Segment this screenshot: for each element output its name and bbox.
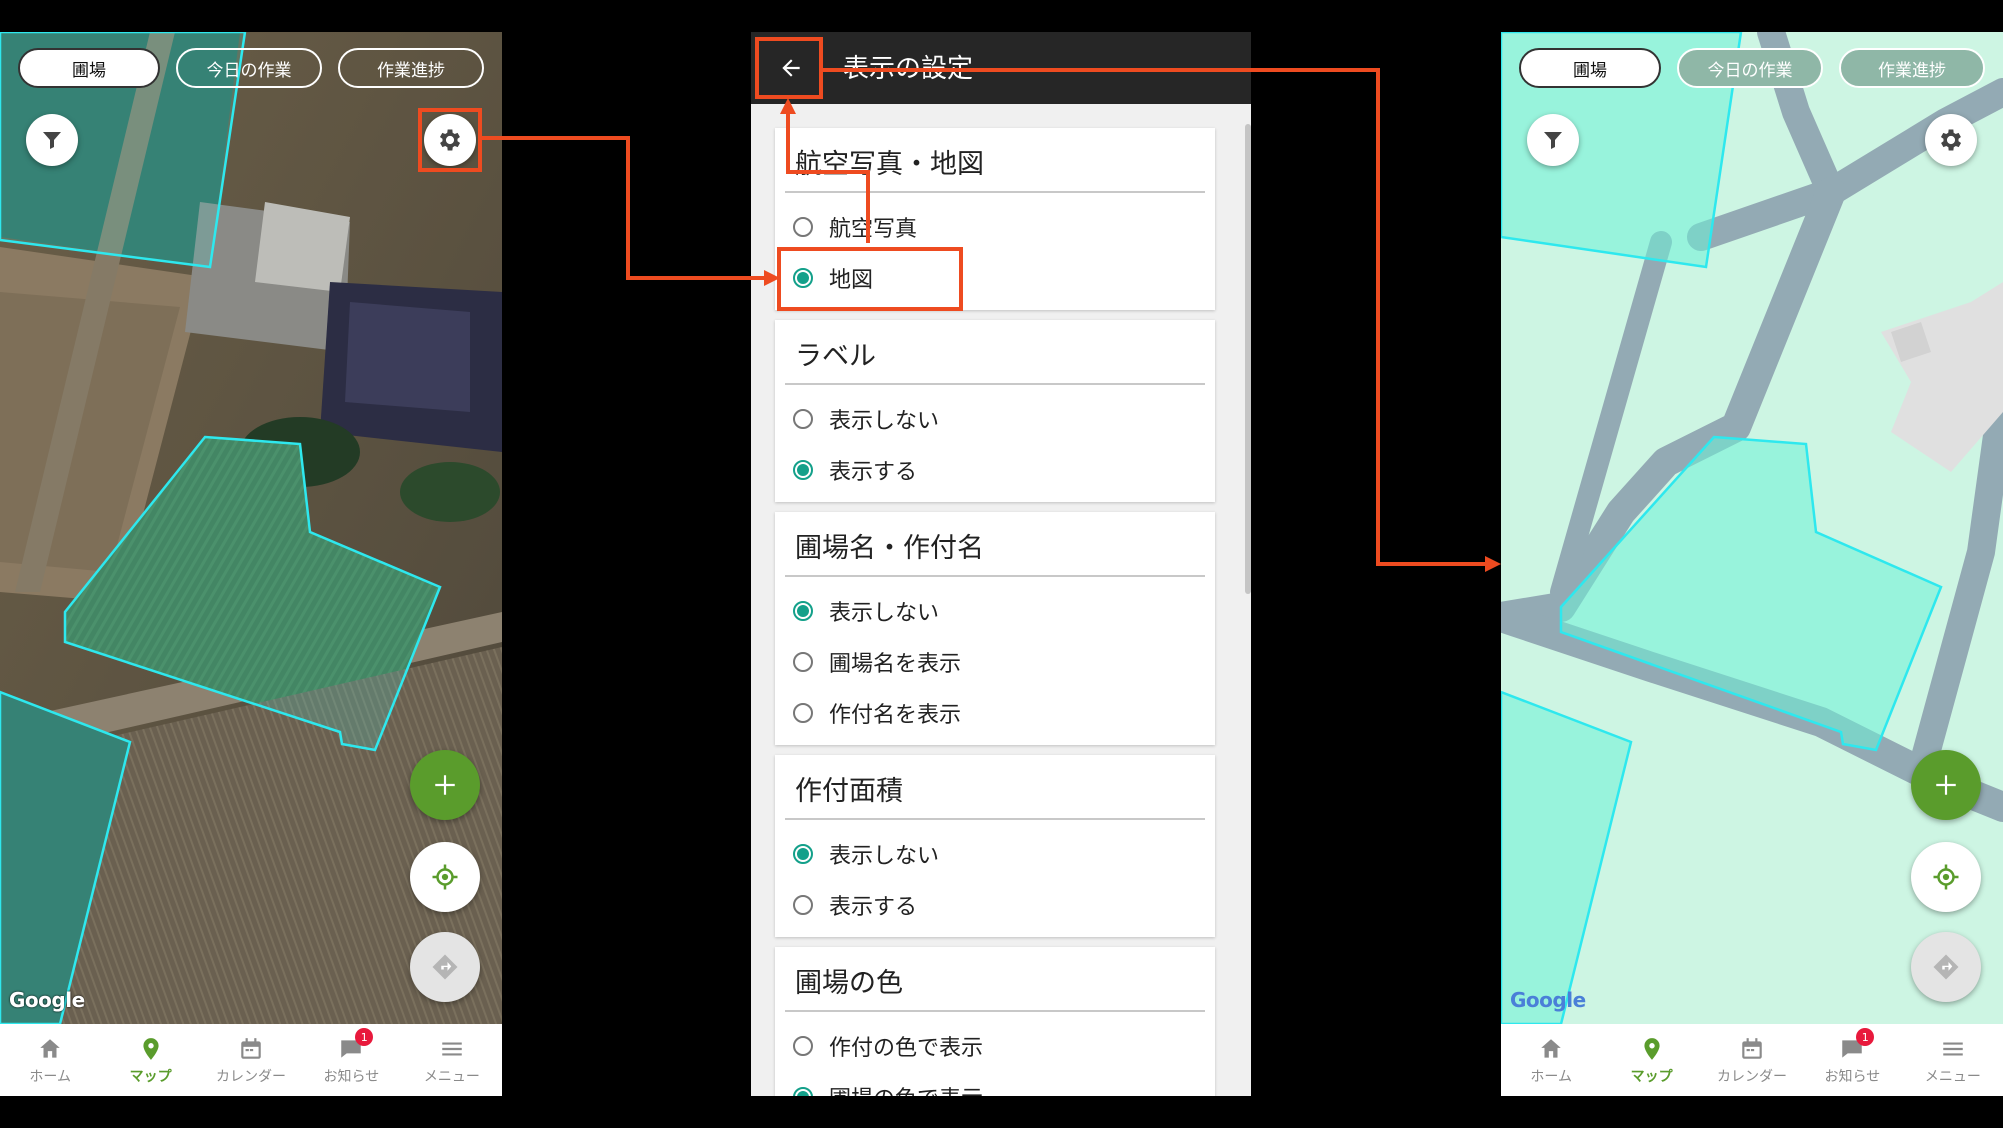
arrow-map-option-to-back <box>786 108 870 243</box>
arrow-head-right-icon <box>764 270 780 286</box>
arrow-settings-to-map-option <box>482 136 768 280</box>
callout-arrows <box>482 68 1501 572</box>
arrow-head-right-icon <box>1485 556 1501 572</box>
arrow-back-to-map-view <box>823 68 1490 566</box>
arrow-head-up-icon <box>780 98 796 114</box>
